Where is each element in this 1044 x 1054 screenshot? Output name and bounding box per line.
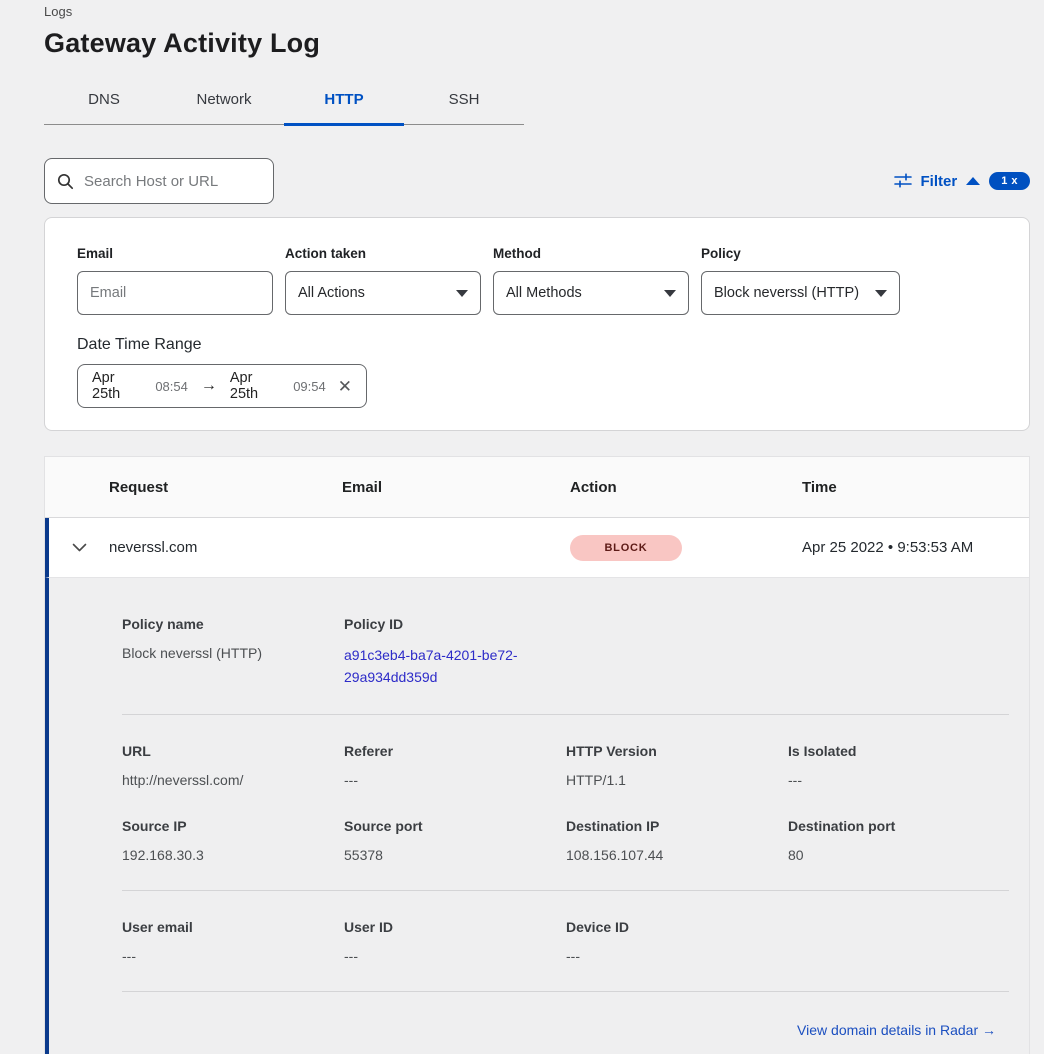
method-value: All Methods <box>506 285 582 301</box>
filter-panel: Email Action taken All Actions Method Al… <box>44 217 1030 431</box>
detail-destination-port: Destination port 80 <box>788 818 1010 863</box>
http-version-label: HTTP Version <box>566 743 788 759</box>
detail-http-version: HTTP Version HTTP/1.1 <box>566 743 788 788</box>
column-header-request: Request <box>109 479 342 496</box>
divider <box>122 890 1009 891</box>
user-email-value: --- <box>122 948 344 964</box>
block-action-badge: BLOCK <box>570 535 682 561</box>
detail-policy-id: Policy ID a91c3eb4-ba7a-4201-be72-29a934… <box>344 616 566 688</box>
date-range-label: Date Time Range <box>77 336 202 353</box>
source-port-label: Source port <box>344 818 566 834</box>
destination-ip-value: 108.156.107.44 <box>566 847 788 863</box>
email-filter-field[interactable] <box>77 271 273 315</box>
toolbar: Filter 1 x <box>44 158 1030 204</box>
row-action: BLOCK <box>570 535 802 561</box>
collapse-row-chevron-icon[interactable] <box>72 543 87 552</box>
activity-log-table: Request Email Action Time neverssl.com B… <box>44 456 1030 1054</box>
user-id-value: --- <box>344 948 566 964</box>
end-time: 09:54 <box>293 379 326 394</box>
destination-ip-label: Destination IP <box>566 818 788 834</box>
filter-icon <box>894 173 912 189</box>
detail-referer: Referer --- <box>344 743 566 788</box>
user-id-label: User ID <box>344 919 566 935</box>
detail-is-isolated: Is Isolated --- <box>788 743 1010 788</box>
chevron-down-icon <box>875 290 887 297</box>
method-label: Method <box>493 246 689 261</box>
detail-user-id: User ID --- <box>344 919 566 964</box>
url-value: http://neverssl.com/ <box>122 772 344 788</box>
method-select[interactable]: All Methods <box>493 271 689 315</box>
source-ip-label: Source IP <box>122 818 344 834</box>
tab-http[interactable]: HTTP <box>284 81 404 124</box>
policy-name-value: Block neverssl (HTTP) <box>122 645 344 661</box>
start-time: 08:54 <box>155 379 188 394</box>
policy-select[interactable]: Block neverssl (HTTP) <box>701 271 900 315</box>
divider <box>122 991 1009 992</box>
chevron-down-icon <box>664 290 676 297</box>
policy-id-label: Policy ID <box>344 616 566 632</box>
table-header: Request Email Action Time <box>45 457 1029 518</box>
caret-up-icon[interactable] <box>966 177 980 185</box>
arrow-right-icon: → <box>197 377 221 395</box>
detail-user-email: User email --- <box>122 919 344 964</box>
detail-policy-name: Policy name Block neverssl (HTTP) <box>122 616 344 688</box>
destination-port-label: Destination port <box>788 818 1010 834</box>
filter-count-badge[interactable]: 1 x <box>989 172 1030 190</box>
view-radar-link[interactable]: View domain details in Radar → <box>797 1022 996 1038</box>
device-id-value: --- <box>566 948 788 964</box>
action-taken-value: All Actions <box>298 285 365 301</box>
is-isolated-label: Is Isolated <box>788 743 1010 759</box>
is-isolated-value: --- <box>788 772 1010 788</box>
filter-toggle-button[interactable]: Filter <box>921 173 958 190</box>
start-date: Apr 25th <box>92 370 146 402</box>
table-row[interactable]: neverssl.com BLOCK Apr 25 2022 • 9:53:53… <box>45 518 1029 578</box>
detail-url: URL http://neverssl.com/ <box>122 743 344 788</box>
end-date: Apr 25th <box>230 370 284 402</box>
column-header-email: Email <box>342 479 570 496</box>
search-box[interactable] <box>44 158 274 204</box>
chevron-down-icon <box>456 290 468 297</box>
page-title: Gateway Activity Log <box>44 28 1030 59</box>
referer-label: Referer <box>344 743 566 759</box>
policy-name-label: Policy name <box>122 616 344 632</box>
clear-date-icon[interactable]: ✕ <box>338 378 352 395</box>
action-taken-select[interactable]: All Actions <box>285 271 481 315</box>
tab-network[interactable]: Network <box>164 81 284 124</box>
email-filter-input[interactable] <box>90 285 260 301</box>
detail-device-id: Device ID --- <box>566 919 788 964</box>
destination-port-value: 80 <box>788 847 1010 863</box>
action-taken-label: Action taken <box>285 246 481 261</box>
detail-destination-ip: Destination IP 108.156.107.44 <box>566 818 788 863</box>
row-details-panel: Policy name Block neverssl (HTTP) Policy… <box>45 578 1029 1054</box>
detail-source-ip: Source IP 192.168.30.3 <box>122 818 344 863</box>
device-id-label: Device ID <box>566 919 788 935</box>
detail-source-port: Source port 55378 <box>344 818 566 863</box>
tab-ssh[interactable]: SSH <box>404 81 524 124</box>
policy-label: Policy <box>701 246 900 261</box>
column-header-time: Time <box>802 479 1029 496</box>
http-version-value: HTTP/1.1 <box>566 772 788 788</box>
url-label: URL <box>122 743 344 759</box>
column-header-action: Action <box>570 479 802 496</box>
row-request: neverssl.com <box>109 539 342 556</box>
filter-controls: Filter 1 x <box>894 172 1030 190</box>
row-time: Apr 25 2022 • 9:53:53 AM <box>802 539 1029 556</box>
referer-value: --- <box>344 772 566 788</box>
tab-dns[interactable]: DNS <box>44 81 164 124</box>
search-input[interactable] <box>84 173 261 190</box>
log-type-tabs: DNS Network HTTP SSH <box>44 81 524 125</box>
email-filter-label: Email <box>77 246 273 261</box>
policy-id-link[interactable]: a91c3eb4-ba7a-4201-be72-29a934dd359d <box>344 645 539 688</box>
date-range-picker[interactable]: Apr 25th 08:54 → Apr 25th 09:54 ✕ <box>77 364 367 408</box>
user-email-label: User email <box>122 919 344 935</box>
divider <box>122 714 1009 715</box>
source-ip-value: 192.168.30.3 <box>122 847 344 863</box>
breadcrumb: Logs <box>44 0 1030 19</box>
search-icon <box>57 173 74 190</box>
source-port-value: 55378 <box>344 847 566 863</box>
policy-value: Block neverssl (HTTP) <box>714 285 859 301</box>
